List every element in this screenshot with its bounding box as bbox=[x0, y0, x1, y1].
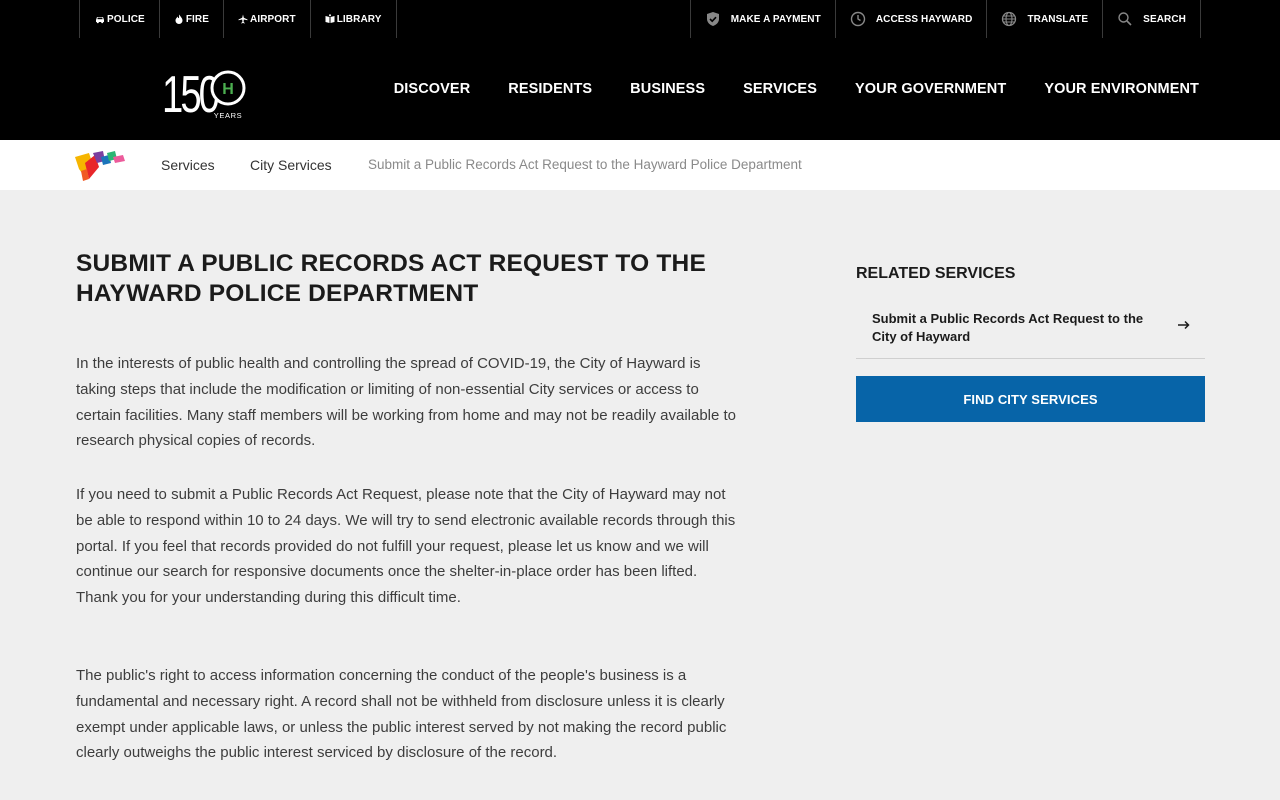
clock-icon bbox=[850, 11, 866, 27]
nav-residents[interactable]: RESIDENTS bbox=[508, 81, 592, 97]
find-city-services-button[interactable]: FIND CITY SERVICES bbox=[856, 376, 1205, 422]
related-services-heading: RELATED SERVICES bbox=[856, 265, 1016, 282]
airport-link[interactable]: AIRPORT bbox=[224, 0, 311, 38]
arrow-right-icon bbox=[1177, 318, 1191, 332]
nav-your-environment[interactable]: YOUR ENVIRONMENT bbox=[1044, 81, 1199, 97]
make-payment-link[interactable]: MAKE A PAYMENT bbox=[691, 0, 836, 38]
shield-check-icon bbox=[705, 11, 721, 27]
main-header: 150 H YEARS DISCOVER RESIDENTS BUSINESS … bbox=[0, 38, 1280, 140]
nav-your-government[interactable]: YOUR GOVERNMENT bbox=[855, 81, 1006, 97]
paragraph-covid-notice: In the interests of public health and co… bbox=[76, 355, 737, 450]
breadcrumb-city-services[interactable]: City Services bbox=[250, 157, 332, 173]
police-car-icon bbox=[95, 14, 105, 24]
police-link[interactable]: POLICE bbox=[80, 0, 160, 38]
search-icon bbox=[1117, 11, 1133, 27]
globe-icon bbox=[1001, 11, 1017, 27]
book-icon bbox=[325, 14, 335, 24]
nav-business[interactable]: BUSINESS bbox=[630, 81, 705, 97]
page-title: SUBMIT A PUBLIC RECORDS ACT REQUEST TO T… bbox=[76, 250, 706, 307]
main-nav: DISCOVER RESIDENTS BUSINESS SERVICES YOU… bbox=[356, 38, 1199, 140]
breadcrumb: Services City Services Submit a Public R… bbox=[0, 140, 1280, 190]
library-label: LIBRARY bbox=[336, 13, 382, 25]
nav-discover[interactable]: DISCOVER bbox=[394, 81, 471, 97]
hayward-home-mark-icon[interactable] bbox=[75, 149, 127, 181]
related-service-link[interactable]: Submit a Public Records Act Request to t… bbox=[856, 300, 1205, 359]
library-link[interactable]: LIBRARY bbox=[311, 0, 397, 38]
access-hayward-link[interactable]: ACCESS HAYWARD bbox=[836, 0, 988, 38]
paragraph-request-timing: If you need to submit a Public Records A… bbox=[76, 486, 736, 607]
paragraph-public-right: The public's right to access information… bbox=[76, 667, 727, 762]
fire-label: FIRE bbox=[185, 13, 210, 25]
utility-left-links: POLICE FIRE AIRPORT LIBRARY bbox=[79, 0, 397, 38]
breadcrumb-services[interactable]: Services bbox=[161, 157, 215, 173]
make-payment-label: MAKE A PAYMENT bbox=[730, 13, 821, 25]
search-link[interactable]: SEARCH bbox=[1103, 0, 1201, 38]
airplane-icon bbox=[238, 14, 248, 24]
fire-icon bbox=[174, 14, 184, 24]
fire-link[interactable]: FIRE bbox=[160, 0, 225, 38]
utility-right-links: MAKE A PAYMENT ACCESS HAYWARD TRANSLATE … bbox=[689, 0, 1201, 38]
nav-services[interactable]: SERVICES bbox=[743, 81, 817, 97]
translate-link[interactable]: TRANSLATE bbox=[987, 0, 1104, 38]
svg-text:H: H bbox=[222, 81, 234, 98]
svg-text:150: 150 bbox=[162, 68, 219, 120]
access-hayward-label: ACCESS HAYWARD bbox=[875, 13, 973, 25]
utility-bar: POLICE FIRE AIRPORT LIBRARY MAKE A PAYME… bbox=[0, 0, 1280, 38]
related-service-label: Submit a Public Records Act Request to t… bbox=[872, 311, 1144, 344]
hayward-150-logo[interactable]: 150 H YEARS bbox=[162, 66, 252, 124]
search-label: SEARCH bbox=[1143, 13, 1186, 25]
translate-label: TRANSLATE bbox=[1027, 13, 1089, 25]
airport-label: AIRPORT bbox=[250, 13, 296, 25]
breadcrumb-current-page: Submit a Public Records Act Request to t… bbox=[368, 157, 802, 172]
police-label: POLICE bbox=[107, 13, 145, 25]
svg-text:YEARS: YEARS bbox=[214, 111, 242, 120]
